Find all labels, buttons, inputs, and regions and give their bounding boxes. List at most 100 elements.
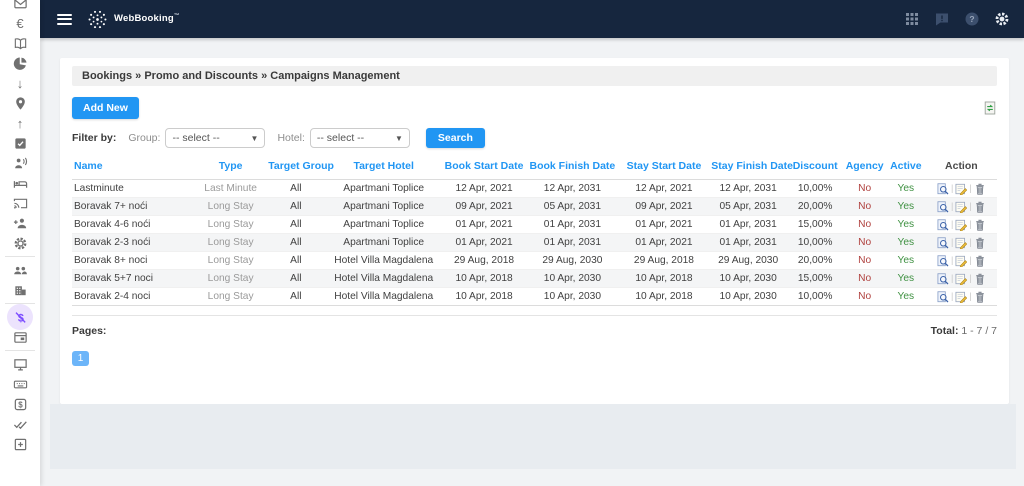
column-header-book-start-date[interactable]: Book Start Date	[442, 153, 526, 180]
sidebar-item-card-icon[interactable]	[0, 327, 40, 347]
sidebar-item-dollar-box-icon[interactable]: $	[0, 394, 40, 414]
delete-icon[interactable]	[974, 255, 986, 267]
preview-icon[interactable]	[937, 255, 949, 267]
cell-active: Yes	[886, 180, 926, 198]
breadcrumb: Bookings » Promo and Discounts » Campaig…	[72, 66, 997, 86]
cell-target-hotel: Apartmani Toplice	[325, 216, 442, 234]
preview-icon[interactable]	[937, 219, 949, 231]
cell-active: Yes	[886, 216, 926, 234]
sidebar-item-done-all-icon[interactable]	[0, 414, 40, 434]
chat-icon[interactable]	[933, 11, 950, 28]
sidebar-item-people-icon[interactable]	[0, 260, 40, 280]
column-header-book-finish-date[interactable]: Book Finish Date	[526, 153, 619, 180]
sidebar-item-cast-icon[interactable]	[0, 193, 40, 213]
group-select[interactable]: -- select -- ▼	[165, 128, 265, 148]
cell-name: Boravak 4-6 noći	[72, 216, 195, 234]
sidebar-item-location-pin-icon[interactable]	[0, 93, 40, 113]
sidebar-item-bed-icon[interactable]	[0, 173, 40, 193]
sidebar-item-keyboard-icon[interactable]	[0, 374, 40, 394]
cell-active: Yes	[886, 288, 926, 306]
column-header-target-hotel[interactable]: Target Hotel	[325, 153, 442, 180]
cell-stay-start: 12 Apr, 2021	[619, 180, 710, 198]
cell-name: Boravak 8+ noci	[72, 252, 195, 270]
cell-book-start: 29 Aug, 2018	[442, 252, 526, 270]
sidebar-item-person-add-icon[interactable]	[0, 213, 40, 233]
cell-book-start: 12 Apr, 2021	[442, 180, 526, 198]
footer-panel	[50, 404, 1016, 469]
preview-icon[interactable]	[937, 201, 949, 213]
column-header-name[interactable]: Name	[72, 153, 195, 180]
sidebar-item-add-box-icon[interactable]	[0, 434, 40, 454]
table-row: Boravak 2-4 nociLong StayAllHotel Villa …	[72, 288, 997, 306]
settings-icon[interactable]	[993, 11, 1010, 28]
action-separator: |	[951, 237, 953, 247]
sidebar-item-euro-icon[interactable]: €	[0, 13, 40, 33]
monitor-icon	[13, 357, 28, 372]
delete-icon[interactable]	[974, 183, 986, 195]
cell-agency: No	[843, 198, 886, 216]
menu-hamburger-icon[interactable]	[57, 11, 72, 27]
edit-icon[interactable]	[955, 273, 967, 285]
column-header-stay-start-date[interactable]: Stay Start Date	[619, 153, 710, 180]
cell-target-hotel: Hotel Villa Magdalena	[325, 288, 442, 306]
campaigns-table-body: LastminuteLast MinuteAllApartmani Toplic…	[72, 180, 997, 306]
cell-stay-start: 01 Apr, 2021	[619, 234, 710, 252]
preview-icon[interactable]	[937, 273, 949, 285]
cell-agency: No	[843, 180, 886, 198]
sidebar-item-money-off-icon[interactable]: $	[0, 307, 40, 327]
keyboard-icon	[13, 377, 28, 392]
cell-stay-finish: 29 Aug, 2030	[709, 252, 787, 270]
column-header-stay-finish-date[interactable]: Stay Finish Date	[709, 153, 787, 180]
cell-target-group: All	[266, 270, 325, 288]
add-new-button[interactable]: Add New	[72, 97, 139, 119]
hotel-select[interactable]: -- select -- ▼	[310, 128, 410, 148]
edit-icon[interactable]	[955, 255, 967, 267]
cell-target-group: All	[266, 252, 325, 270]
delete-icon[interactable]	[974, 219, 986, 231]
action-separator: |	[969, 291, 971, 301]
preview-icon[interactable]	[937, 237, 949, 249]
pages-label: Pages:	[72, 325, 106, 337]
sidebar-item-pie-chart-icon[interactable]	[0, 53, 40, 73]
column-header-agency[interactable]: Agency	[843, 153, 886, 180]
column-header-discount[interactable]: Discount	[787, 153, 843, 180]
sidebar-item-monitor-icon[interactable]	[0, 354, 40, 374]
hotel-label: Hotel:	[277, 132, 304, 144]
preview-icon[interactable]	[937, 183, 949, 195]
help-icon[interactable]: ?	[963, 11, 980, 28]
sidebar-item-arrow-down-icon[interactable]: ↓	[0, 73, 40, 93]
preview-icon[interactable]	[937, 291, 949, 303]
column-header-target-group[interactable]: Target Group	[266, 153, 325, 180]
column-header-type[interactable]: Type	[195, 153, 266, 180]
campaigns-table: NameTypeTarget GroupTarget HotelBook Sta…	[72, 153, 997, 306]
delete-icon[interactable]	[974, 237, 986, 249]
sidebar-item-voice-person-icon[interactable]	[0, 153, 40, 173]
cell-type: Last Minute	[195, 180, 266, 198]
delete-icon[interactable]	[974, 291, 986, 303]
edit-icon[interactable]	[955, 291, 967, 303]
search-button[interactable]: Search	[426, 128, 485, 148]
cell-actions: ||	[926, 252, 997, 270]
action-separator: |	[969, 237, 971, 247]
column-header-active[interactable]: Active	[886, 153, 926, 180]
sidebar-item-building-icon[interactable]	[0, 280, 40, 300]
delete-icon[interactable]	[974, 201, 986, 213]
edit-icon[interactable]	[955, 201, 967, 213]
svg-text:?: ?	[969, 14, 974, 24]
edit-icon[interactable]	[955, 219, 967, 231]
sidebar-item-gear-icon[interactable]	[0, 233, 40, 253]
delete-icon[interactable]	[974, 273, 986, 285]
page-button-1[interactable]: 1	[72, 351, 89, 366]
edit-icon[interactable]	[955, 237, 967, 249]
logo[interactable]: WebBooking™	[87, 9, 180, 30]
book-icon	[13, 36, 28, 51]
total-value: 1 - 7 / 7	[961, 325, 997, 337]
sidebar-item-mail-icon[interactable]	[0, 0, 40, 13]
export-excel-icon[interactable]	[983, 101, 997, 115]
sidebar-item-event-check-icon[interactable]	[0, 133, 40, 153]
sidebar-item-book-icon[interactable]	[0, 33, 40, 53]
cell-target-group: All	[266, 234, 325, 252]
edit-icon[interactable]	[955, 183, 967, 195]
apps-grid-icon[interactable]	[903, 11, 920, 28]
sidebar-item-arrow-up-icon[interactable]: ↑	[0, 113, 40, 133]
